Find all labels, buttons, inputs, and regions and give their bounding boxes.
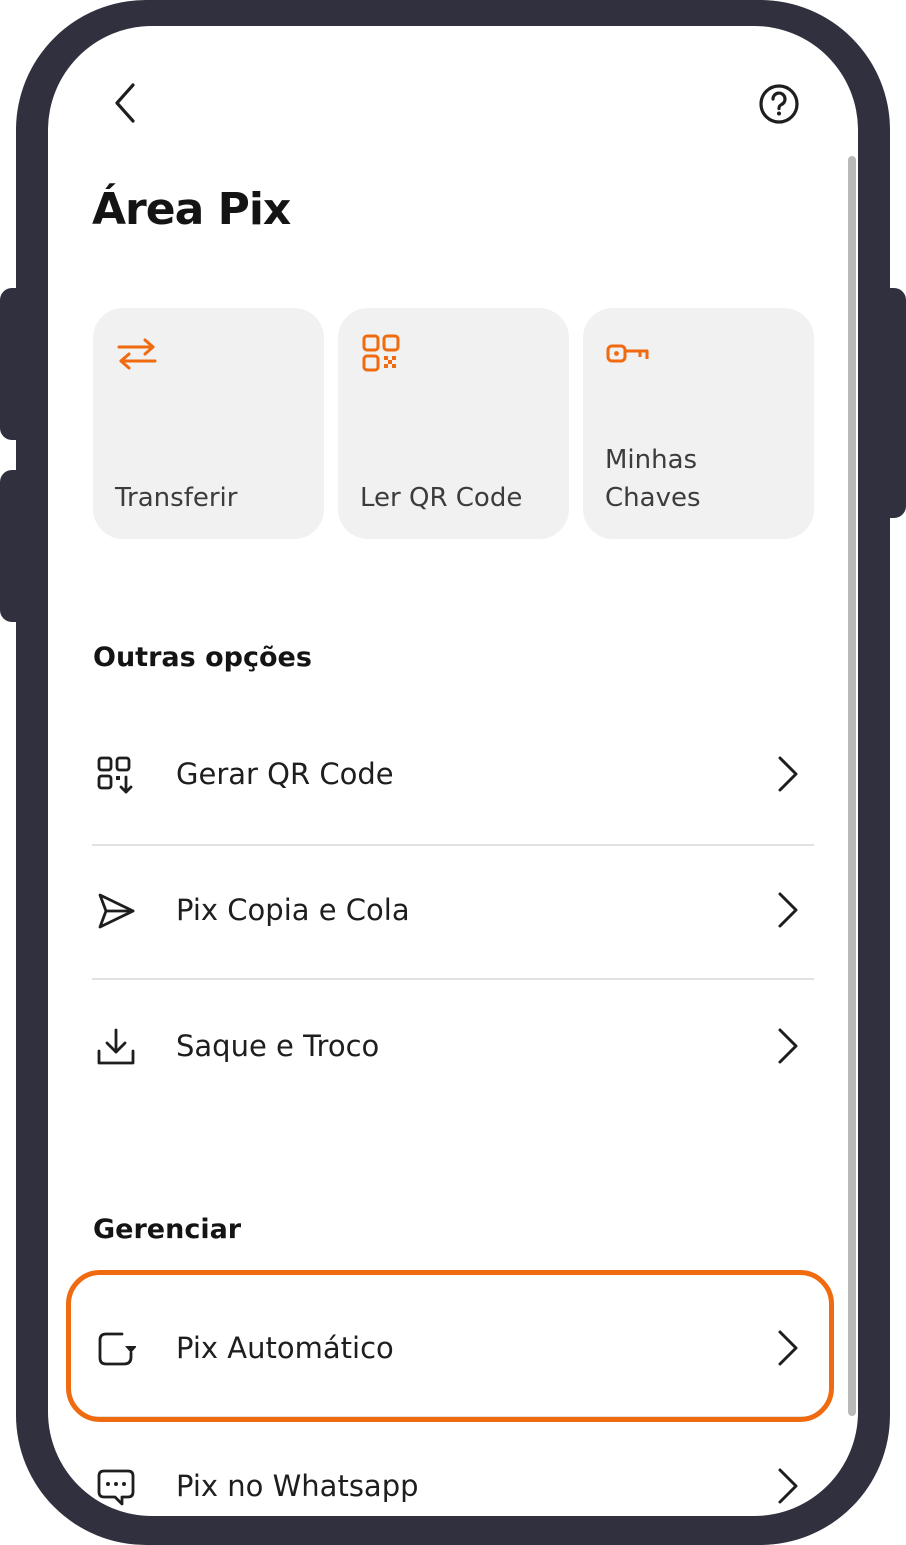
list-item-pix-whatsapp[interactable]: Pix no Whatsapp — [92, 1426, 814, 1516]
chevron-right-icon — [778, 1468, 798, 1504]
list-divider — [92, 844, 814, 846]
chat-icon — [97, 1469, 135, 1506]
app-screen: Área Pix Transferir Ler QR Code Minhas C… — [48, 26, 858, 1516]
transfer-arrows-icon — [117, 338, 157, 370]
list-divider — [92, 1416, 814, 1418]
chevron-right-icon — [778, 1330, 798, 1366]
read-qr-code-card[interactable]: Ler QR Code — [338, 308, 569, 539]
chevron-right-icon — [778, 892, 798, 928]
list-item-label: Pix Automático — [176, 1331, 394, 1365]
manage-heading: Gerenciar — [93, 1214, 242, 1245]
other-options-heading: Outras opções — [93, 642, 312, 673]
my-keys-card[interactable]: Minhas Chaves — [583, 308, 814, 539]
chevron-left-icon — [115, 83, 135, 123]
transfer-card-label: Transferir — [115, 483, 238, 513]
scrollbar[interactable] — [848, 156, 856, 1416]
transfer-card[interactable]: Transferir — [93, 308, 324, 539]
chevron-right-icon — [778, 756, 798, 792]
help-button[interactable] — [756, 81, 802, 127]
list-item-label: Gerar QR Code — [176, 757, 394, 791]
download-icon — [97, 1028, 135, 1065]
list-item-label: Pix Copia e Cola — [176, 893, 410, 927]
list-item-pix-automatic[interactable]: Pix Automático — [92, 1288, 814, 1408]
send-icon — [98, 893, 135, 929]
read-qr-code-card-label: Ler QR Code — [360, 483, 523, 513]
page-title: Área Pix — [92, 184, 291, 235]
key-icon — [606, 344, 649, 363]
list-item-label: Saque e Troco — [176, 1029, 380, 1063]
recurring-icon — [98, 1332, 136, 1366]
list-divider — [92, 978, 814, 980]
list-item-withdraw-change[interactable]: Saque e Troco — [92, 986, 814, 1106]
qr-code-download-icon — [97, 756, 133, 794]
qr-code-icon — [362, 334, 400, 372]
list-item-label: Pix no Whatsapp — [176, 1469, 419, 1503]
list-item-generate-qr-code[interactable]: Gerar QR Code — [92, 714, 814, 834]
question-circle-icon — [759, 84, 799, 124]
back-button[interactable] — [100, 78, 150, 128]
my-keys-card-label: Minhas Chaves — [605, 445, 701, 513]
list-item-pix-copy-paste[interactable]: Pix Copia e Cola — [92, 850, 814, 970]
chevron-right-icon — [778, 1028, 798, 1064]
